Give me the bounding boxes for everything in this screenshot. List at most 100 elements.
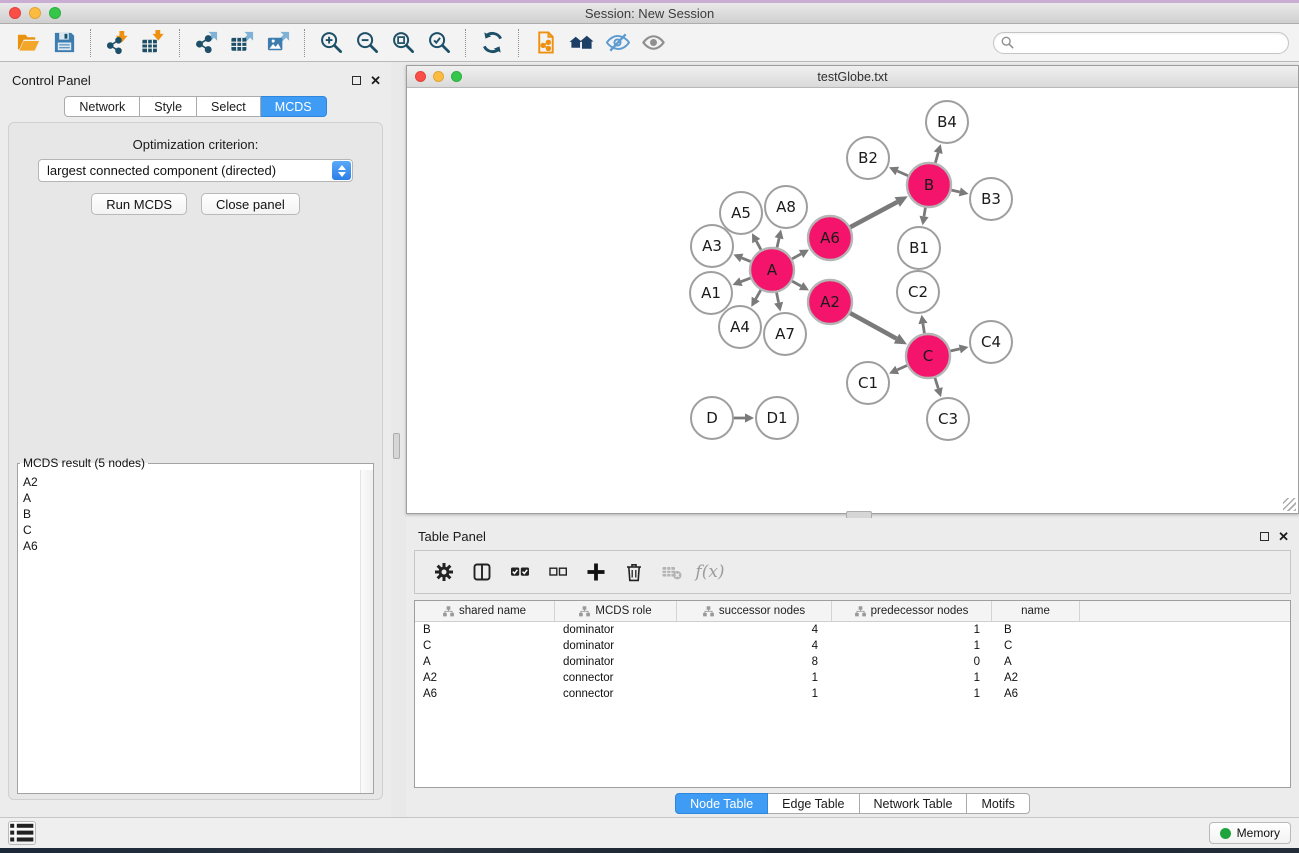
table-cell[interactable]: 1: [832, 686, 992, 702]
table-row[interactable]: A6connector11A6: [415, 686, 1290, 702]
graph-node-A[interactable]: A: [750, 248, 794, 292]
run-mcds-button[interactable]: Run MCDS: [91, 193, 187, 215]
table-cell[interactable]: connector: [555, 670, 677, 686]
home-view-button[interactable]: [563, 27, 599, 59]
tab-edge-table[interactable]: Edge Table: [768, 793, 859, 814]
table-cell[interactable]: 1: [677, 686, 832, 702]
graph-node-A3[interactable]: A3: [691, 225, 733, 267]
memory-button[interactable]: Memory: [1209, 822, 1291, 844]
table-cell[interactable]: 4: [677, 622, 832, 638]
column-header-shared-name[interactable]: shared name: [415, 601, 555, 621]
deselect-all-rows-button[interactable]: [541, 555, 575, 589]
table-row[interactable]: A2connector11A2: [415, 670, 1290, 686]
splitter-handle[interactable]: [393, 433, 400, 459]
column-header-successor-nodes[interactable]: successor nodes: [677, 601, 832, 621]
vertical-splitter[interactable]: [391, 62, 406, 817]
table-cell[interactable]: 4: [677, 638, 832, 654]
mcds-result-item[interactable]: A2: [23, 474, 359, 490]
table-cell[interactable]: dominator: [555, 654, 677, 670]
column-header-predecessor-nodes[interactable]: predecessor nodes: [832, 601, 992, 621]
tab-node-table[interactable]: Node Table: [675, 793, 768, 814]
table-cell[interactable]: 8: [677, 654, 832, 670]
tab-motifs[interactable]: Motifs: [967, 793, 1029, 814]
graph-node-C1[interactable]: C1: [847, 362, 889, 404]
table-cell[interactable]: 1: [832, 638, 992, 654]
column-header-name[interactable]: name: [992, 601, 1080, 621]
task-history-button[interactable]: [8, 821, 36, 845]
select-all-rows-button[interactable]: [503, 555, 537, 589]
save-session-button[interactable]: [46, 27, 82, 59]
refresh-network-button[interactable]: [474, 27, 510, 59]
graph-node-D[interactable]: D: [691, 397, 733, 439]
float-panel-icon[interactable]: [352, 76, 361, 85]
table-cell[interactable]: 1: [832, 670, 992, 686]
table-cell[interactable]: A6: [992, 686, 1080, 702]
graph-node-C3[interactable]: C3: [927, 398, 969, 440]
table-row[interactable]: Adominator80A: [415, 654, 1290, 670]
table-row[interactable]: Bdominator41B: [415, 622, 1290, 638]
search-input[interactable]: [1018, 36, 1288, 50]
table-cell[interactable]: connector: [555, 686, 677, 702]
table-cell[interactable]: 1: [677, 670, 832, 686]
graph-node-B4[interactable]: B4: [926, 101, 968, 143]
graph-node-B3[interactable]: B3: [970, 178, 1012, 220]
column-header-MCDS-role[interactable]: MCDS role: [555, 601, 677, 621]
add-column-button[interactable]: [579, 555, 613, 589]
table-cell[interactable]: A2: [415, 670, 555, 686]
mcds-result-item[interactable]: B: [23, 506, 359, 522]
mcds-result-item[interactable]: A6: [23, 538, 359, 554]
table-cell[interactable]: 0: [832, 654, 992, 670]
close-panel-icon[interactable]: ✕: [1278, 532, 1289, 541]
graph-node-A1[interactable]: A1: [690, 272, 732, 314]
tab-select[interactable]: Select: [197, 96, 261, 117]
graph-node-A8[interactable]: A8: [765, 186, 807, 228]
close-panel-button[interactable]: Close panel: [201, 193, 300, 215]
export-image-button[interactable]: [260, 27, 296, 59]
graph-node-A2[interactable]: A2: [808, 280, 852, 324]
network-window-titlebar[interactable]: testGlobe.txt: [407, 66, 1298, 88]
open-session-button[interactable]: [10, 27, 46, 59]
network-from-file-button[interactable]: [527, 27, 563, 59]
zoom-selected-button[interactable]: [421, 27, 457, 59]
eye-slash-button[interactable]: [599, 27, 635, 59]
optimization-select[interactable]: largest connected component (directed): [38, 159, 353, 182]
mcds-result-item[interactable]: A: [23, 490, 359, 506]
tab-network-table[interactable]: Network Table: [860, 793, 968, 814]
graph-node-A7[interactable]: A7: [764, 313, 806, 355]
table-cell[interactable]: B: [992, 622, 1080, 638]
delete-columns-button[interactable]: [617, 555, 651, 589]
graph-node-B2[interactable]: B2: [847, 137, 889, 179]
close-panel-icon[interactable]: ✕: [370, 76, 381, 85]
table-cell[interactable]: 1: [832, 622, 992, 638]
graph-node-A4[interactable]: A4: [719, 306, 761, 348]
table-cell[interactable]: A: [415, 654, 555, 670]
table-cell[interactable]: A6: [415, 686, 555, 702]
export-network-button[interactable]: [188, 27, 224, 59]
network-canvas[interactable]: AA1A2A3A4A5A6A7A8BB1B2B3B4CC1C2C3C4DD1: [407, 88, 1298, 513]
table-cell[interactable]: C: [415, 638, 555, 654]
toggle-columns-button[interactable]: [465, 555, 499, 589]
graph-node-B[interactable]: B: [907, 163, 951, 207]
graph-node-C[interactable]: C: [906, 334, 950, 378]
graph-node-C4[interactable]: C4: [970, 321, 1012, 363]
float-panel-icon[interactable]: [1260, 532, 1269, 541]
table-cell[interactable]: A2: [992, 670, 1080, 686]
table-cell[interactable]: C: [992, 638, 1080, 654]
zoom-out-button[interactable]: [349, 27, 385, 59]
tab-style[interactable]: Style: [140, 96, 197, 117]
tab-mcds[interactable]: MCDS: [261, 96, 327, 117]
table-settings-button[interactable]: [427, 555, 461, 589]
result-scrollbar[interactable]: [360, 470, 373, 793]
import-table-button[interactable]: [135, 27, 171, 59]
birds-eye-button[interactable]: [635, 27, 671, 59]
table-cell[interactable]: A: [992, 654, 1080, 670]
search-box[interactable]: [993, 32, 1289, 54]
table-cell[interactable]: dominator: [555, 622, 677, 638]
graph-node-B1[interactable]: B1: [898, 227, 940, 269]
zoom-in-button[interactable]: [313, 27, 349, 59]
graph-node-C2[interactable]: C2: [897, 271, 939, 313]
zoom-fit-button[interactable]: [385, 27, 421, 59]
export-table-button[interactable]: [224, 27, 260, 59]
mcds-result-item[interactable]: C: [23, 522, 359, 538]
graph-node-D1[interactable]: D1: [756, 397, 798, 439]
